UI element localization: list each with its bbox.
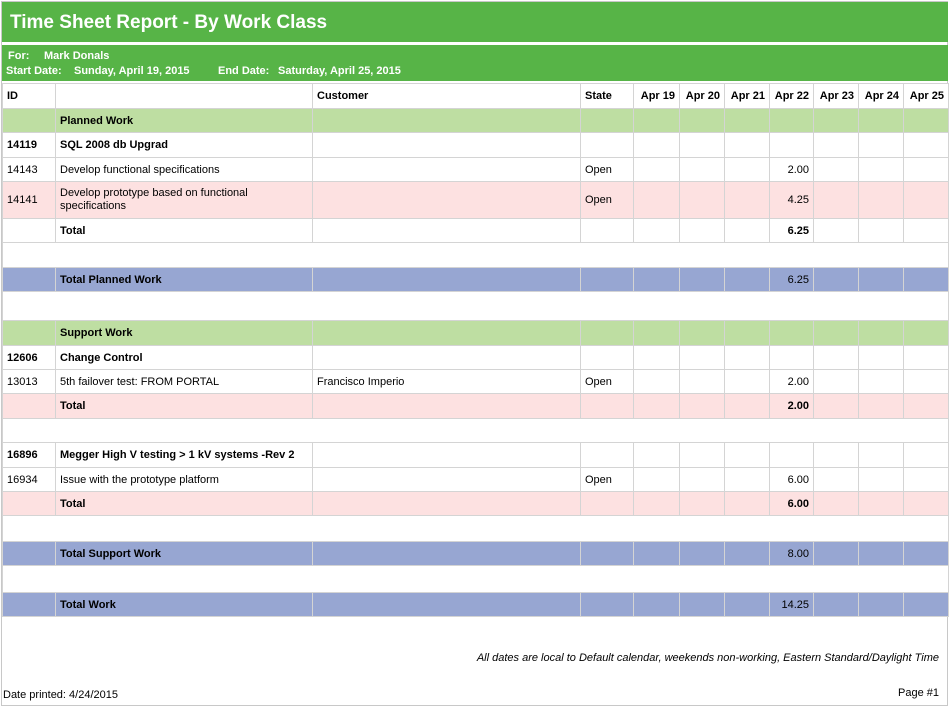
task-state: Open [580, 181, 634, 219]
calendar-note: All dates are local to Default calendar,… [476, 652, 939, 664]
report-title-bar: Time Sheet Report - By Work Class [2, 2, 948, 42]
section-total-apr22: 8.00 [769, 541, 814, 566]
task-customer [312, 467, 581, 492]
group-total-apr22: 6.25 [769, 218, 814, 243]
task-hours-apr22: 2.00 [769, 369, 814, 394]
group-header-row: 16896 Megger High V testing > 1 kV syste… [2, 442, 949, 468]
group-id: 16896 [2, 442, 56, 468]
section-title: Support Work [55, 320, 313, 346]
column-header-id: ID [2, 83, 56, 109]
group-total-row: Total 6.00 [2, 491, 949, 516]
task-state: Open [580, 369, 634, 394]
group-name: Change Control [55, 345, 313, 370]
page-number: Page #1 [898, 687, 939, 699]
spacer-row [2, 291, 949, 321]
spacer-row [2, 515, 949, 542]
task-hours-apr22: 2.00 [769, 157, 814, 182]
group-total-apr22: 6.00 [769, 491, 814, 516]
table-header-row: ID Customer State Apr 19 Apr 20 Apr 21 A… [2, 83, 949, 109]
task-customer [312, 157, 581, 182]
column-header-state: State [580, 83, 634, 109]
grand-total-row: Total Work 14.25 [2, 592, 949, 617]
task-state: Open [580, 467, 634, 492]
group-total-label: Total [55, 393, 313, 419]
task-name: 5th failover test: FROM PORTAL [55, 369, 313, 394]
task-id: 14143 [2, 157, 56, 182]
section-header-row: Support Work [2, 320, 949, 346]
section-total-row: Total Support Work 8.00 [2, 541, 949, 566]
section-header-row: Planned Work [2, 108, 949, 133]
group-total-apr22: 2.00 [769, 393, 814, 419]
for-value: Mark Donals [44, 50, 110, 62]
column-header-apr22: Apr 22 [769, 83, 814, 109]
report-info-bar: For: Mark Donals Start Date: Sunday, Apr… [2, 45, 948, 81]
date-printed: Date printed: 4/24/2015 [3, 689, 118, 701]
column-header-customer: Customer [312, 83, 581, 109]
end-date-label: End Date: [218, 65, 270, 77]
group-id: 12606 [2, 345, 56, 370]
group-id: 14119 [2, 132, 56, 158]
column-header-name [55, 83, 313, 109]
table-row: 13013 5th failover test: FROM PORTAL Fra… [2, 369, 949, 394]
table-row: 14141 Develop prototype based on functio… [2, 181, 949, 219]
task-id: 16934 [2, 467, 56, 492]
start-date-label: Start Date: [6, 65, 62, 77]
group-name: Megger High V testing > 1 kV systems -Re… [55, 442, 313, 468]
section-total-row: Total Planned Work 6.25 [2, 267, 949, 292]
column-header-apr25: Apr 25 [903, 83, 949, 109]
section-title: Planned Work [55, 108, 313, 133]
task-customer: Francisco Imperio [312, 369, 581, 394]
group-total-label: Total [55, 491, 313, 516]
task-name: Develop functional specifications [55, 157, 313, 182]
section-total-apr22: 6.25 [769, 267, 814, 292]
task-name: Develop prototype based on functional sp… [55, 181, 313, 219]
section-total-label: Total Planned Work [55, 267, 313, 292]
column-header-apr20: Apr 20 [679, 83, 725, 109]
group-header-row: 14119 SQL 2008 db Upgrad [2, 132, 949, 158]
spacer-row [2, 418, 949, 443]
task-id: 13013 [2, 369, 56, 394]
task-name: Issue with the prototype platform [55, 467, 313, 492]
column-header-apr24: Apr 24 [858, 83, 904, 109]
start-date-value: Sunday, April 19, 2015 [74, 65, 190, 77]
spacer-row [2, 242, 949, 268]
group-total-row: Total 6.25 [2, 218, 949, 243]
column-header-apr23: Apr 23 [813, 83, 859, 109]
task-hours-apr22: 4.25 [769, 181, 814, 219]
column-header-apr21: Apr 21 [724, 83, 770, 109]
column-header-apr19: Apr 19 [633, 83, 680, 109]
spacer-row [2, 565, 949, 593]
grand-total-label: Total Work [55, 592, 313, 617]
grand-total-apr22: 14.25 [769, 592, 814, 617]
group-total-row: Total 2.00 [2, 393, 949, 419]
table-row: 16934 Issue with the prototype platform … [2, 467, 949, 492]
for-label: For: [8, 50, 30, 62]
section-total-label: Total Support Work [55, 541, 313, 566]
table-row: 14143 Develop functional specifications … [2, 157, 949, 182]
group-name: SQL 2008 db Upgrad [55, 132, 313, 158]
timesheet-table: ID Customer State Apr 19 Apr 20 Apr 21 A… [2, 83, 949, 617]
end-date-value: Saturday, April 25, 2015 [278, 65, 401, 77]
report-title: Time Sheet Report - By Work Class [10, 12, 328, 33]
task-id: 14141 [2, 181, 56, 219]
task-customer [312, 181, 581, 219]
task-state: Open [580, 157, 634, 182]
group-header-row: 12606 Change Control [2, 345, 949, 370]
group-total-label: Total [55, 218, 313, 243]
task-hours-apr22: 6.00 [769, 467, 814, 492]
